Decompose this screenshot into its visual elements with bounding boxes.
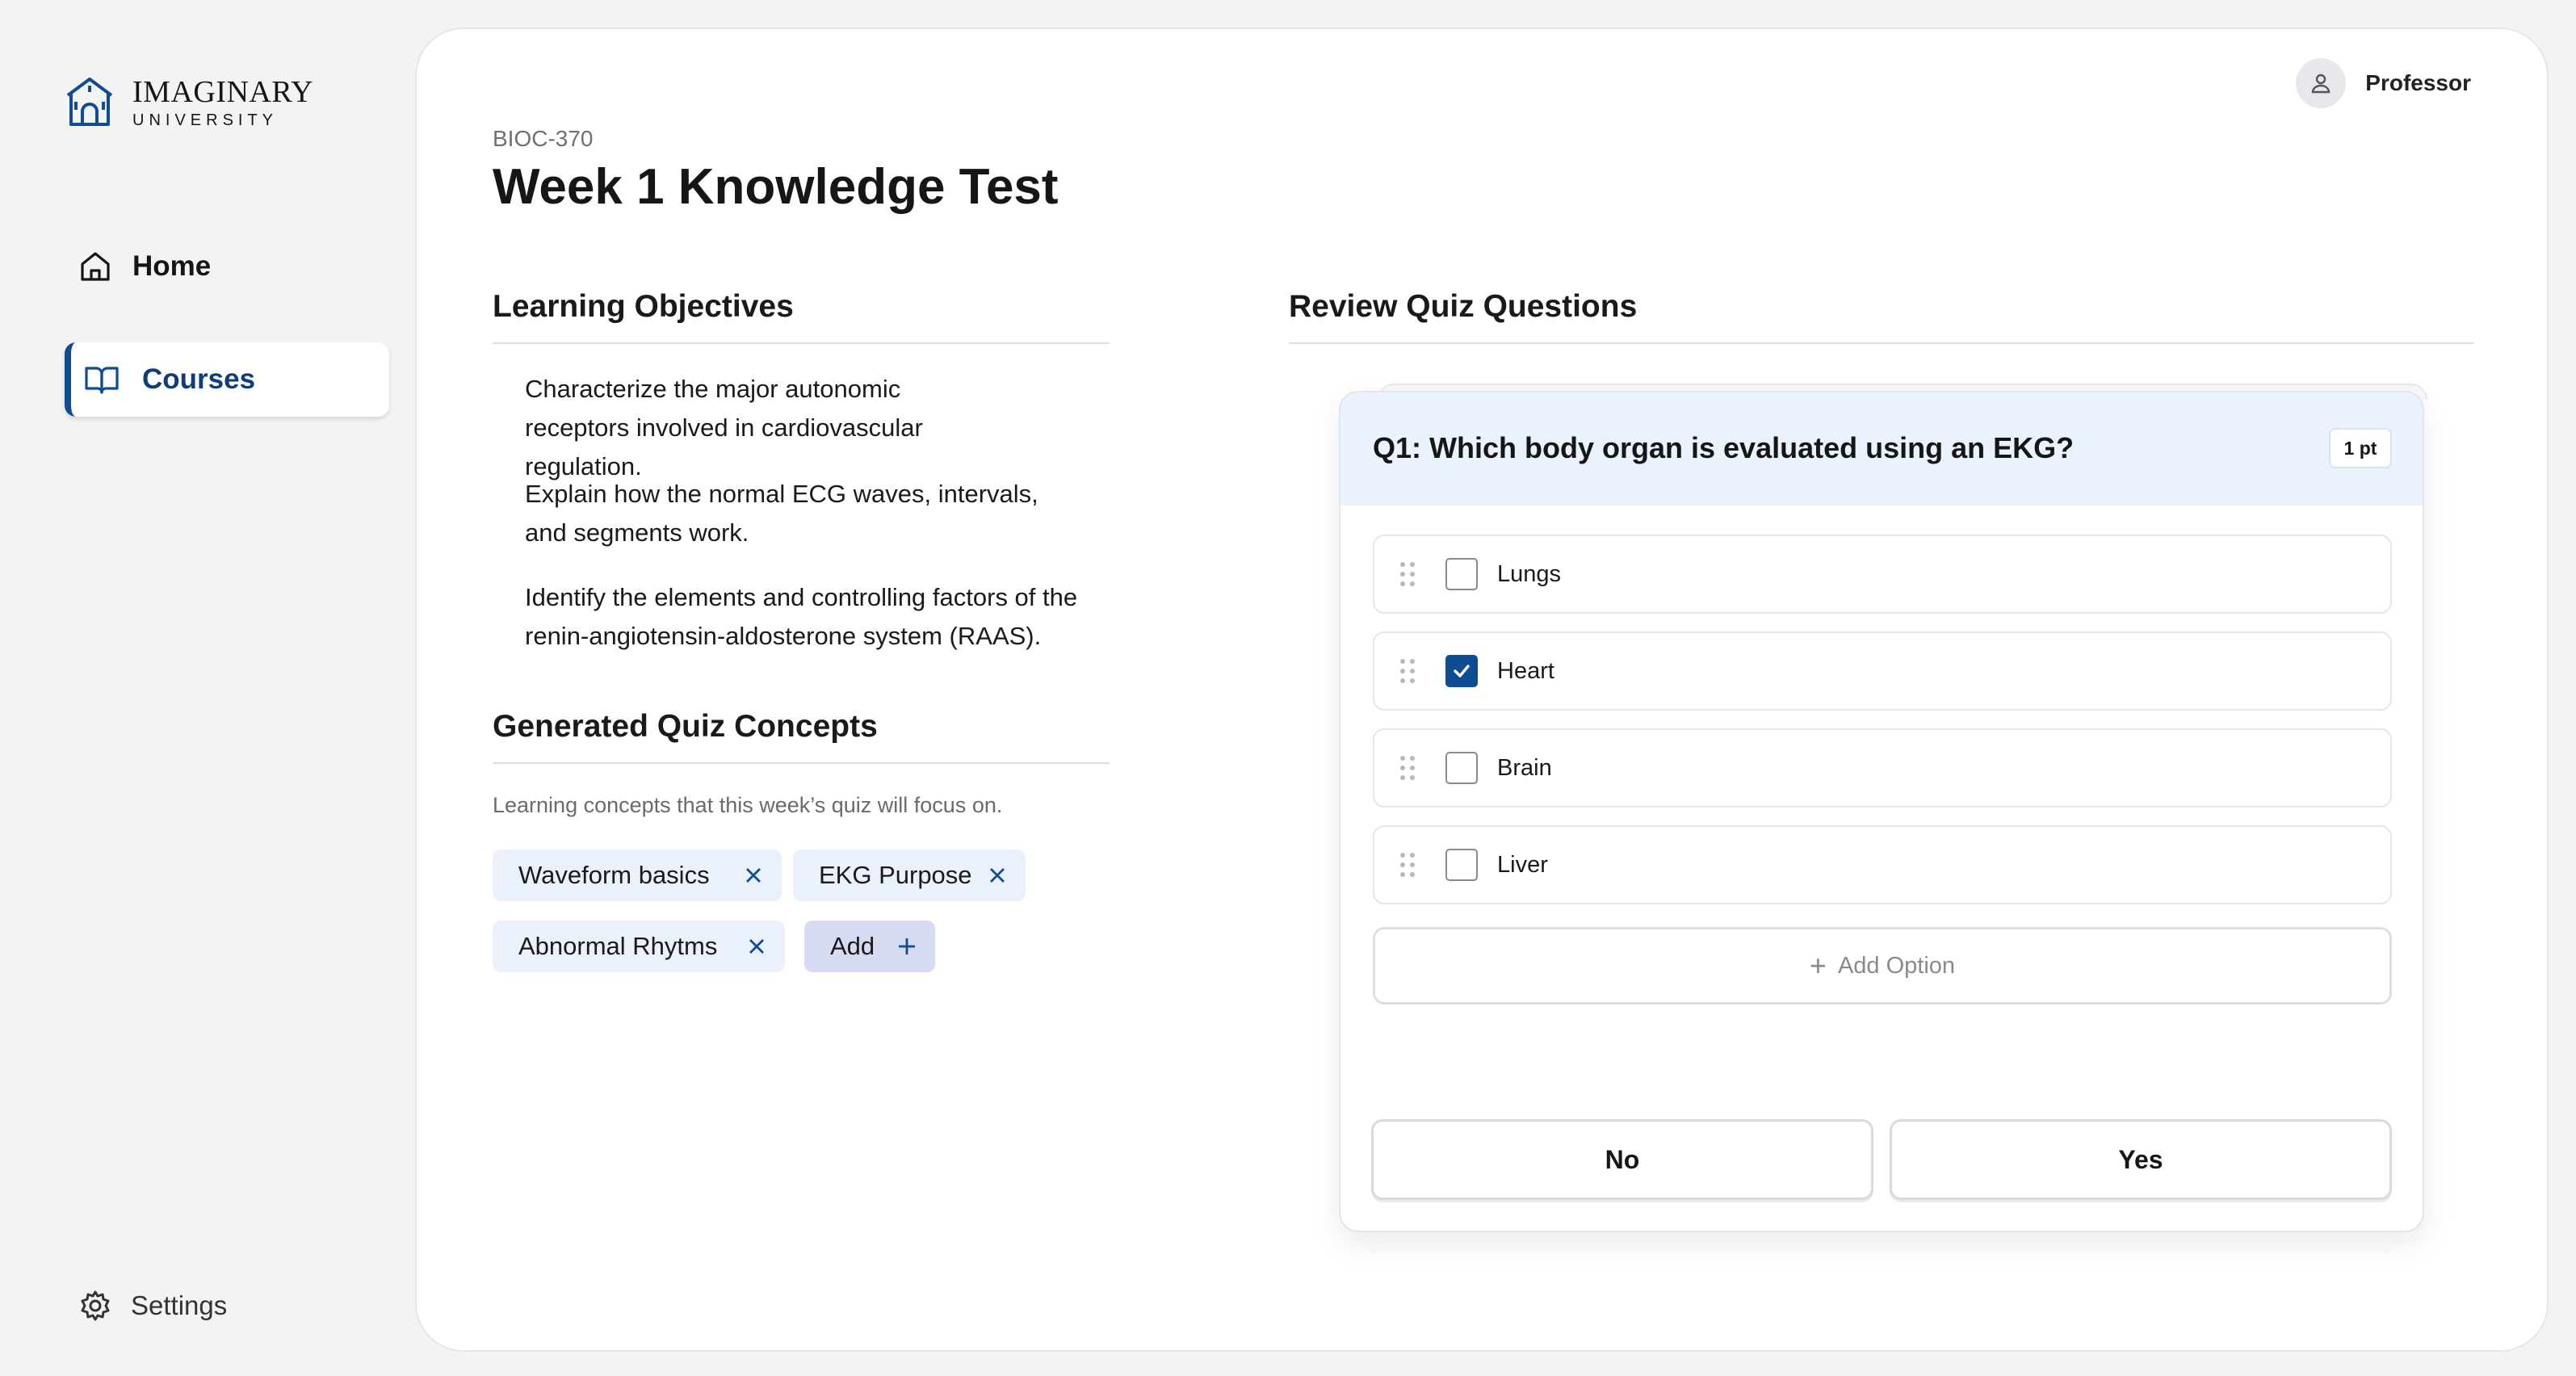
user-icon [2312,73,2331,94]
concept-chip: EKG Purpose [793,850,1026,901]
option-label: Brain [1497,754,1552,781]
objectives-title: Learning Objectives [493,289,794,324]
sidebar: IMAGINARY UNIVERSITY Home Courses Settin… [0,0,404,1376]
drag-handle-icon[interactable] [1399,560,1416,588]
review-title: Review Quiz Questions [1289,289,1638,324]
no-button[interactable]: No [1371,1119,1873,1200]
sidebar-item-label: Courses [142,363,256,395]
close-icon[interactable] [746,936,767,957]
review-divider [1289,342,2474,344]
concept-chip: Waveform basics [493,850,782,901]
close-icon[interactable] [743,865,764,886]
option-checkbox[interactable] [1445,558,1478,590]
option-checkbox[interactable] [1445,655,1478,687]
university-building-icon [66,78,113,126]
sidebar-item-label: Home [132,250,212,282]
close-icon[interactable] [987,865,1008,886]
book-icon [82,360,121,399]
points-badge: 1 pt [2329,428,2392,468]
objectives-divider [493,342,1110,344]
concepts-title: Generated Quiz Concepts [493,709,878,744]
add-concept-button[interactable]: Add [804,921,935,972]
answer-option[interactable]: Brain [1373,728,2392,808]
drag-handle-icon[interactable] [1399,851,1416,879]
add-concept-label: Add [830,932,875,960]
option-checkbox[interactable] [1445,752,1478,784]
objective-item: Characterize the major autonomic recepto… [525,375,923,480]
question-header: Q1: Which body organ is evaluated using … [1340,392,2423,506]
answer-option[interactable]: Liver [1373,825,2392,904]
home-icon [76,247,115,286]
sidebar-item-home[interactable]: Home [65,229,389,304]
yes-button[interactable]: Yes [1890,1119,2392,1200]
plus-icon [899,938,915,954]
concept-chip-label: Waveform basics [518,861,710,889]
brand-logo[interactable]: IMAGINARY UNIVERSITY [65,74,313,130]
option-label: Heart [1497,657,1554,684]
drag-handle-icon[interactable] [1399,754,1416,782]
concept-chip-label: Abnormal Rhytms [518,932,718,960]
objective-item: Explain how the normal ECG waves, interv… [525,480,1038,547]
concept-chip: Abnormal Rhytms [493,921,785,972]
page-title: Week 1 Knowledge Test [493,159,1059,215]
add-option-label: Add Option [1837,952,1956,979]
sidebar-item-courses[interactable]: Courses [65,342,389,417]
user-name: Professor [2365,70,2471,95]
option-label: Liver [1497,851,1548,878]
objective-item: Identify the elements and controlling fa… [525,583,1078,650]
course-code: BIOC-370 [493,126,594,151]
plus-icon: + [1809,949,1827,982]
concepts-subtitle: Learning concepts that this week’s quiz … [493,793,1003,817]
avatar [2296,58,2347,108]
main-panel: Professor BIOC-370 Week 1 Knowledge Test… [415,27,2549,1352]
drag-handle-icon[interactable] [1399,657,1416,685]
sidebar-item-label: Settings [131,1290,228,1320]
brand-subtitle: UNIVERSITY [132,111,279,129]
concepts-divider [493,762,1110,764]
concept-chip-label: EKG Purpose [819,861,972,889]
brand-title: IMAGINARY [132,75,314,109]
answer-option[interactable]: Heart [1373,631,2392,711]
gear-icon [76,1286,115,1325]
option-checkbox[interactable] [1445,849,1478,881]
quiz-question-card: Q1: Which body organ is evaluated using … [1339,391,2424,1232]
sidebar-item-settings[interactable]: Settings [65,1269,389,1342]
user-profile[interactable]: Professor [2296,58,2471,108]
add-option-button[interactable]: + Add Option [1373,927,2392,1005]
checkmark-icon [1454,665,1470,678]
question-text: Q1: Which body organ is evaluated using … [1373,431,2075,464]
option-label: Lungs [1497,560,1562,587]
answer-option[interactable]: Lungs [1373,535,2392,614]
